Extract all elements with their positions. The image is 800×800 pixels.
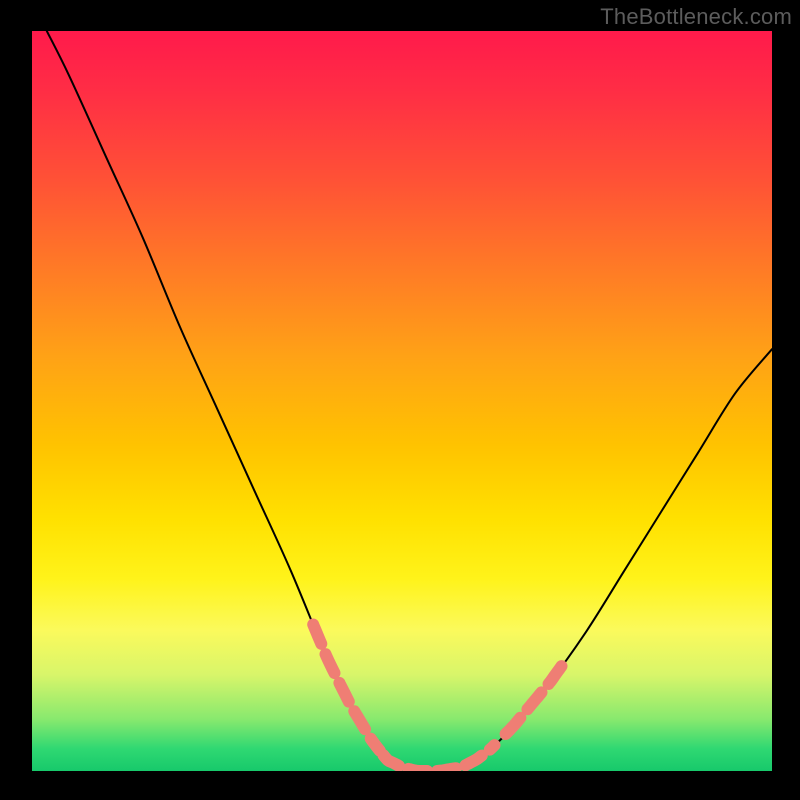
curve-line: [47, 31, 772, 771]
chart-container: TheBottleneck.com: [0, 0, 800, 800]
plot-area: [32, 31, 772, 771]
watermark-label: TheBottleneck.com: [600, 4, 792, 30]
highlight-right: [506, 664, 564, 734]
curve-svg: [32, 31, 772, 771]
highlight-left: [313, 624, 380, 750]
highlight-floor: [384, 745, 495, 771]
